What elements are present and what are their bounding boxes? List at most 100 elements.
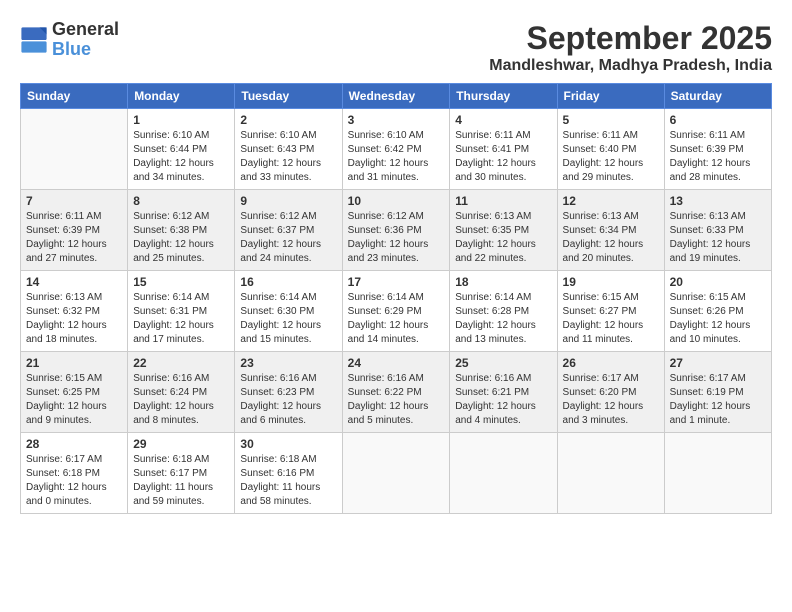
calendar-cell: 5 Sunrise: 6:11 AM Sunset: 6:40 PM Daylig… xyxy=(557,109,664,190)
calendar-cell: 22Sunrise: 6:16 AM Sunset: 6:24 PM Dayli… xyxy=(128,352,235,433)
calendar: Sunday Monday Tuesday Wednesday Thursday… xyxy=(20,83,772,514)
calendar-cell xyxy=(664,433,771,514)
day-number: 13 xyxy=(670,194,766,208)
day-number: 17 xyxy=(348,275,445,289)
cell-info: Sunrise: 6:13 AM Sunset: 6:32 PM Dayligh… xyxy=(26,291,122,347)
calendar-cell: 25 Sunrise: 6:16 AM Sunset: 6:21 PM Dayli… xyxy=(450,352,557,433)
calendar-cell: 27Sunrise: 6:17 AM Sunset: 6:19 PM Dayli… xyxy=(664,352,771,433)
cell-info: Sunrise: 6:11 AM Sunset: 6:40 PM Dayligh… xyxy=(563,129,659,185)
calendar-cell xyxy=(342,433,450,514)
day-number: 27 xyxy=(670,356,766,370)
day-number: 19 xyxy=(563,275,659,289)
day-number: 23 xyxy=(240,356,336,370)
logo-blue: Blue xyxy=(52,40,119,60)
calendar-cell: 2 Sunrise: 6:10 AM Sunset: 6:43 PM Daylig… xyxy=(235,109,342,190)
day-number: 2 xyxy=(240,113,336,127)
day-number: 10 xyxy=(348,194,445,208)
cell-info: Sunrise: 6:13 AM Sunset: 6:34 PM Dayligh… xyxy=(563,210,659,266)
calendar-cell: 18Sunrise: 6:14 AM Sunset: 6:28 PM Dayli… xyxy=(450,271,557,352)
logo-icon xyxy=(20,26,48,54)
calendar-cell: 30Sunrise: 6:18 AM Sunset: 6:16 PM Dayli… xyxy=(235,433,342,514)
day-number: 30 xyxy=(240,437,336,451)
cell-info: Sunrise: 6:14 AM Sunset: 6:31 PM Dayligh… xyxy=(133,291,229,347)
day-number: 4 xyxy=(455,113,551,127)
col-saturday: Saturday xyxy=(664,84,771,109)
calendar-cell: 8 Sunrise: 6:12 AM Sunset: 6:38 PM Daylig… xyxy=(128,190,235,271)
header: General Blue September 2025 Mandleshwar,… xyxy=(20,20,772,75)
day-number: 7 xyxy=(26,194,122,208)
day-number: 12 xyxy=(563,194,659,208)
calendar-week-row: 21 Sunrise: 6:15 AM Sunset: 6:25 PM Dayli… xyxy=(21,352,772,433)
day-number: 18 xyxy=(455,275,551,289)
day-number: 6 xyxy=(670,113,766,127)
cell-info: Sunrise: 6:16 AM Sunset: 6:23 PM Dayligh… xyxy=(240,372,336,428)
day-number: 3 xyxy=(348,113,445,127)
cell-info: Sunrise: 6:17 AM Sunset: 6:20 PM Dayligh… xyxy=(563,372,659,428)
day-number: 15 xyxy=(133,275,229,289)
day-number: 24 xyxy=(348,356,445,370)
calendar-cell: 28 Sunrise: 6:17 AM Sunset: 6:18 PM Dayli… xyxy=(21,433,128,514)
cell-info: Sunrise: 6:17 AM Sunset: 6:18 PM Dayligh… xyxy=(26,453,122,509)
calendar-week-row: 28 Sunrise: 6:17 AM Sunset: 6:18 PM Dayli… xyxy=(21,433,772,514)
location: Mandleshwar, Madhya Pradesh, India xyxy=(489,57,772,75)
cell-info: Sunrise: 6:12 AM Sunset: 6:36 PM Dayligh… xyxy=(348,210,445,266)
day-number: 11 xyxy=(455,194,551,208)
col-friday: Friday xyxy=(557,84,664,109)
calendar-cell: 26 Sunrise: 6:17 AM Sunset: 6:20 PM Dayli… xyxy=(557,352,664,433)
day-number: 9 xyxy=(240,194,336,208)
calendar-cell: 11 Sunrise: 6:13 AM Sunset: 6:35 PM Dayli… xyxy=(450,190,557,271)
col-monday: Monday xyxy=(128,84,235,109)
calendar-cell: 24 Sunrise: 6:16 AM Sunset: 6:22 PM Dayli… xyxy=(342,352,450,433)
page: General Blue September 2025 Mandleshwar,… xyxy=(0,0,792,524)
cell-info: Sunrise: 6:10 AM Sunset: 6:42 PM Dayligh… xyxy=(348,129,445,185)
calendar-cell xyxy=(21,109,128,190)
calendar-cell: 17 Sunrise: 6:14 AM Sunset: 6:29 PM Dayli… xyxy=(342,271,450,352)
calendar-cell: 6 Sunrise: 6:11 AM Sunset: 6:39 PM Daylig… xyxy=(664,109,771,190)
cell-info: Sunrise: 6:13 AM Sunset: 6:35 PM Dayligh… xyxy=(455,210,551,266)
logo-general: General xyxy=(52,20,119,40)
col-wednesday: Wednesday xyxy=(342,84,450,109)
cell-info: Sunrise: 6:10 AM Sunset: 6:43 PM Dayligh… xyxy=(240,129,336,185)
cell-info: Sunrise: 6:14 AM Sunset: 6:30 PM Dayligh… xyxy=(240,291,336,347)
calendar-cell: 1Sunrise: 6:10 AM Sunset: 6:44 PM Daylig… xyxy=(128,109,235,190)
calendar-cell: 13 Sunrise: 6:13 AM Sunset: 6:33 PM Dayli… xyxy=(664,190,771,271)
day-number: 1 xyxy=(133,113,229,127)
day-number: 21 xyxy=(26,356,122,370)
cell-info: Sunrise: 6:15 AM Sunset: 6:26 PM Dayligh… xyxy=(670,291,766,347)
calendar-week-row: 1Sunrise: 6:10 AM Sunset: 6:44 PM Daylig… xyxy=(21,109,772,190)
cell-info: Sunrise: 6:11 AM Sunset: 6:39 PM Dayligh… xyxy=(26,210,122,266)
col-thursday: Thursday xyxy=(450,84,557,109)
day-number: 29 xyxy=(133,437,229,451)
cell-info: Sunrise: 6:16 AM Sunset: 6:22 PM Dayligh… xyxy=(348,372,445,428)
calendar-cell: 7 Sunrise: 6:11 AM Sunset: 6:39 PM Daylig… xyxy=(21,190,128,271)
calendar-cell: 14 Sunrise: 6:13 AM Sunset: 6:32 PM Dayli… xyxy=(21,271,128,352)
cell-info: Sunrise: 6:15 AM Sunset: 6:27 PM Dayligh… xyxy=(563,291,659,347)
calendar-cell: 19 Sunrise: 6:15 AM Sunset: 6:27 PM Dayli… xyxy=(557,271,664,352)
calendar-cell: 10 Sunrise: 6:12 AM Sunset: 6:36 PM Dayli… xyxy=(342,190,450,271)
calendar-header-row: Sunday Monday Tuesday Wednesday Thursday… xyxy=(21,84,772,109)
day-number: 14 xyxy=(26,275,122,289)
day-number: 25 xyxy=(455,356,551,370)
day-number: 5 xyxy=(563,113,659,127)
cell-info: Sunrise: 6:14 AM Sunset: 6:29 PM Dayligh… xyxy=(348,291,445,347)
calendar-cell: 9Sunrise: 6:12 AM Sunset: 6:37 PM Daylig… xyxy=(235,190,342,271)
col-sunday: Sunday xyxy=(21,84,128,109)
cell-info: Sunrise: 6:11 AM Sunset: 6:41 PM Dayligh… xyxy=(455,129,551,185)
calendar-cell: 21 Sunrise: 6:15 AM Sunset: 6:25 PM Dayli… xyxy=(21,352,128,433)
cell-info: Sunrise: 6:13 AM Sunset: 6:33 PM Dayligh… xyxy=(670,210,766,266)
day-number: 26 xyxy=(563,356,659,370)
logo-text: General Blue xyxy=(52,20,119,60)
day-number: 28 xyxy=(26,437,122,451)
cell-info: Sunrise: 6:11 AM Sunset: 6:39 PM Dayligh… xyxy=(670,129,766,185)
calendar-cell: 29 Sunrise: 6:18 AM Sunset: 6:17 PM Dayli… xyxy=(128,433,235,514)
cell-info: Sunrise: 6:16 AM Sunset: 6:21 PM Dayligh… xyxy=(455,372,551,428)
calendar-week-row: 7 Sunrise: 6:11 AM Sunset: 6:39 PM Daylig… xyxy=(21,190,772,271)
cell-info: Sunrise: 6:18 AM Sunset: 6:17 PM Dayligh… xyxy=(133,453,229,509)
cell-info: Sunrise: 6:15 AM Sunset: 6:25 PM Dayligh… xyxy=(26,372,122,428)
cell-info: Sunrise: 6:16 AM Sunset: 6:24 PM Dayligh… xyxy=(133,372,229,428)
logo: General Blue xyxy=(20,20,119,60)
cell-info: Sunrise: 6:12 AM Sunset: 6:38 PM Dayligh… xyxy=(133,210,229,266)
calendar-cell xyxy=(557,433,664,514)
day-number: 8 xyxy=(133,194,229,208)
month-title: September 2025 xyxy=(489,20,772,57)
